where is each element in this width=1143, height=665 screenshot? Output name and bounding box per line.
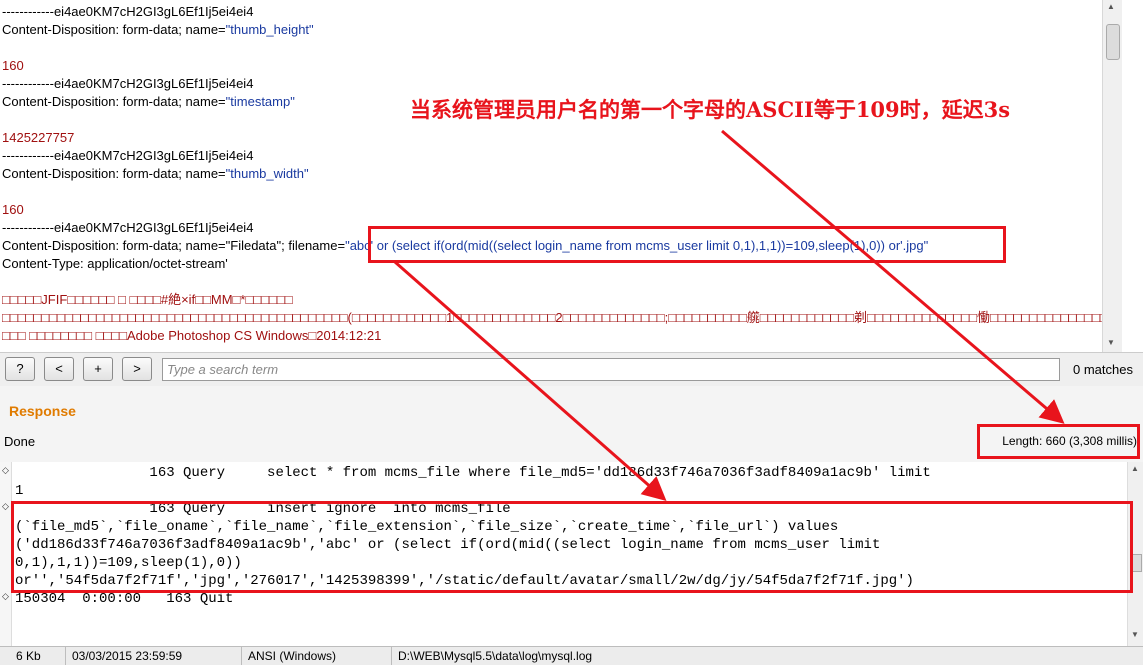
request-line: 160: [2, 58, 24, 73]
status-text: Done: [4, 434, 36, 449]
highlight-box-log-query: [11, 501, 1133, 593]
fold-marker-icon[interactable]: ◇: [2, 591, 9, 602]
header-value: "timestamp": [225, 94, 295, 109]
log-line: 1: [15, 483, 24, 499]
search-bar: ? < + > Type a search term 0 matches: [0, 352, 1143, 387]
response-panel: Response Done Length: 660 (3,308 millis): [0, 386, 1143, 464]
request-line: 1425227757: [2, 130, 75, 145]
fold-marker-icon[interactable]: ◇: [2, 501, 9, 512]
down-arrow-icon[interactable]: ▼: [1107, 338, 1115, 347]
log-line: 163 Query select * from mcms_file where …: [15, 465, 931, 481]
file-path: D:\WEB\Mysql5.5\data\log\mysql.log: [398, 649, 593, 663]
request-line: □□□□□□□□□□□□□□□□□□□□□□□□□□□□□□□□□□□□□□□□…: [2, 310, 1122, 325]
header-prefix: Content-Disposition: form-data; name=: [2, 166, 226, 181]
fold-marker-icon[interactable]: ◇: [2, 465, 9, 476]
down-arrow-icon[interactable]: ▼: [1131, 630, 1139, 639]
request-body-viewer: ------------ei4ae0KM7cH2GI3gL6Ef1Ij5ei4e…: [0, 0, 1122, 352]
header-value: "thumb_width": [225, 166, 309, 181]
request-line: □□□□□JFIF□□□□□□ □ □□□□#絶×if□□MM□*□□□□□□: [2, 292, 293, 307]
annotation-text: 当系统管理员用户名的第一个字母的ASCII等于109时，延迟3s: [410, 97, 1011, 122]
request-line: Content-Disposition: form-data; name="th…: [2, 22, 314, 38]
up-arrow-icon[interactable]: ▲: [1131, 464, 1139, 473]
previous-match-button[interactable]: <: [44, 357, 74, 381]
request-scrollbar[interactable]: ▲ ▼: [1102, 0, 1122, 352]
next-match-button[interactable]: >: [122, 357, 152, 381]
highlight-box-payload: [368, 226, 1006, 263]
help-button[interactable]: ?: [5, 357, 35, 381]
request-line: Content-Disposition: form-data; name="ti…: [2, 94, 295, 110]
header-prefix: Content-Disposition: form-data; name="Fi…: [2, 238, 346, 253]
request-line: ------------ei4ae0KM7cH2GI3gL6Ef1Ij5ei4e…: [2, 4, 254, 19]
highlight-box-length: [977, 424, 1140, 459]
request-line: ------------ei4ae0KM7cH2GI3gL6Ef1Ij5ei4e…: [2, 220, 254, 235]
file-encoding: ANSI (Windows): [242, 647, 392, 665]
header-value: "thumb_height": [225, 22, 314, 37]
search-input[interactable]: Type a search term: [162, 358, 1060, 381]
request-line: Content-Type: application/octet-stream': [2, 256, 228, 271]
request-line: Content-Disposition: form-data; name="th…: [2, 166, 309, 182]
file-size: 6 Kb: [10, 647, 66, 665]
match-count: 0 matches: [1073, 362, 1133, 377]
file-datetime: 03/03/2015 23:59:59: [66, 647, 242, 665]
up-arrow-icon[interactable]: ▲: [1107, 2, 1115, 11]
request-line: ------------ei4ae0KM7cH2GI3gL6Ef1Ij5ei4e…: [2, 148, 254, 163]
status-bar: 6 Kb 03/03/2015 23:59:59 ANSI (Windows) …: [0, 646, 1143, 665]
request-line: □□□ □□□□□□□□ □□□□Adobe Photoshop CS Wind…: [2, 328, 382, 343]
response-title[interactable]: Response: [9, 403, 76, 419]
request-line: 160: [2, 202, 24, 217]
add-search-button[interactable]: +: [83, 357, 113, 381]
header-prefix: Content-Disposition: form-data; name=: [2, 94, 226, 109]
request-line: ------------ei4ae0KM7cH2GI3gL6Ef1Ij5ei4e…: [2, 76, 254, 91]
scrollbar-thumb[interactable]: [1106, 24, 1120, 60]
header-prefix: Content-Disposition: form-data; name=: [2, 22, 226, 37]
